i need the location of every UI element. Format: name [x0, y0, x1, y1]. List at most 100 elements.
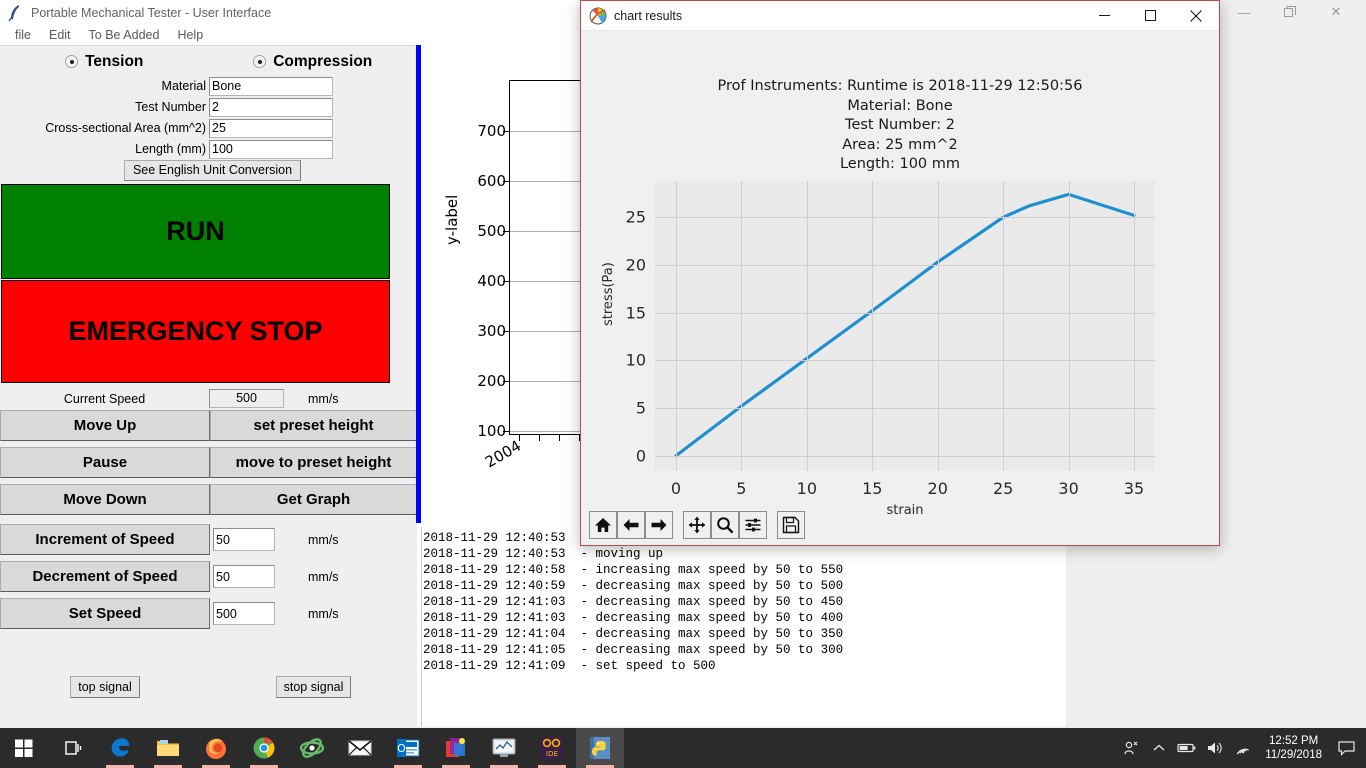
stop-signal-button[interactable]: stop signal: [275, 676, 352, 698]
show-hidden-icons-chevron[interactable]: [1145, 728, 1173, 768]
chart-results-window: chart results Prof Instruments: Runtime …: [580, 0, 1220, 546]
wifi-icon[interactable]: [1229, 728, 1257, 768]
notification-icon[interactable]: [1330, 728, 1362, 768]
taskbar-clock[interactable]: 12:52 PM 11/29/2018: [1257, 728, 1330, 768]
python-app[interactable]: [576, 728, 624, 768]
log-line: 2018-11-29 12:41:04 - decreasing max spe…: [423, 627, 844, 641]
set-preset-height-button[interactable]: set preset height: [210, 410, 417, 441]
photoshop-app[interactable]: [432, 728, 480, 768]
test-number-input[interactable]: [209, 97, 333, 117]
compression-radio-icon[interactable]: [253, 55, 267, 68]
task-view-button[interactable]: [48, 728, 96, 768]
y-gridline: [655, 455, 1155, 457]
tension-label: Tension: [85, 52, 144, 70]
chart-title-line-area: Area: 25 mm^2: [842, 136, 958, 153]
movement-button-grid: Move Up set preset height Pause move to …: [0, 410, 417, 632]
increment-of-speed-input[interactable]: [213, 528, 275, 551]
feather-icon: [5, 2, 27, 24]
move-to-preset-height-button[interactable]: move to preset height: [210, 447, 417, 478]
move-up-button[interactable]: Move Up: [0, 410, 210, 441]
chart-maximize-button[interactable]: [1127, 1, 1173, 31]
chart-window-titlebar[interactable]: chart results: [581, 1, 1219, 31]
menu-to-be-added[interactable]: To Be Added: [80, 28, 169, 42]
file-explorer-app[interactable]: [144, 728, 192, 768]
set-speed-unit: mm/s: [308, 606, 339, 621]
set-speed-button[interactable]: Set Speed: [0, 598, 210, 629]
matplotlib-navigation-toolbar: [581, 508, 1219, 542]
conversion-button-wrapper: See English Unit Conversion: [0, 160, 417, 181]
back-arrow-icon[interactable]: [617, 511, 645, 539]
zoom-magnifier-icon[interactable]: [711, 511, 739, 539]
pause-button[interactable]: Pause: [0, 447, 210, 478]
arduino-ide-app[interactable]: IDE: [528, 728, 576, 768]
chart-minimize-button[interactable]: [1081, 1, 1127, 31]
firefox-app[interactable]: [192, 728, 240, 768]
bg-ytick-300: 300: [477, 322, 506, 340]
radio-option-tension[interactable]: Tension: [0, 49, 209, 74]
atom-app[interactable]: [288, 728, 336, 768]
decrement-of-speed-button[interactable]: Decrement of Speed: [0, 561, 210, 592]
battery-icon[interactable]: [1173, 728, 1201, 768]
chart-close-button[interactable]: [1173, 1, 1219, 31]
top-signal-button[interactable]: top signal: [70, 676, 140, 698]
forward-arrow-icon[interactable]: [645, 511, 673, 539]
see-english-unit-conversion-button[interactable]: See English Unit Conversion: [123, 160, 302, 181]
emergency-stop-button[interactable]: EMERGENCY STOP: [1, 280, 390, 383]
decrement-of-speed-input[interactable]: [213, 565, 275, 588]
event-log-panel[interactable]: 2018-11-29 12:40:53 2018-11-29 12:40:53 …: [421, 527, 1066, 726]
main-close-button[interactable]: ✕: [1313, 0, 1359, 24]
windows-taskbar: O IDE 12:52 PM 11/29/2018: [0, 728, 1366, 768]
save-floppy-icon[interactable]: [777, 511, 805, 539]
chart-window-title: chart results: [614, 8, 683, 23]
menu-file[interactable]: file: [6, 28, 40, 42]
main-window-caption-buttons: — ✕: [1221, 0, 1366, 30]
desktop: Portable Mechanical Tester - User Interf…: [0, 0, 1366, 768]
clock-time: 12:52 PM: [1269, 735, 1319, 747]
pan-move-icon[interactable]: [683, 511, 711, 539]
top-signal-wrapper: top signal: [0, 676, 210, 698]
system-tray: 12:52 PM 11/29/2018: [1117, 728, 1366, 768]
chrome-app[interactable]: [240, 728, 288, 768]
start-button[interactable]: [0, 728, 48, 768]
x-gridline: [741, 181, 743, 471]
tension-radio-icon[interactable]: [65, 55, 79, 68]
cross-sectional-area-input[interactable]: [209, 118, 333, 138]
bg-ytick-700: 700: [477, 122, 506, 140]
main-minimize-button[interactable]: —: [1221, 0, 1267, 24]
main-restore-button[interactable]: [1267, 0, 1313, 24]
current-speed-row: Current Speed 500 mm/s: [0, 389, 417, 408]
move-down-button[interactable]: Move Down: [0, 484, 210, 515]
log-line: 2018-11-29 12:41:03 - decreasing max spe…: [423, 595, 844, 609]
run-button[interactable]: RUN: [1, 184, 390, 279]
home-icon[interactable]: [589, 511, 617, 539]
clock-date: 11/29/2018: [1265, 749, 1322, 761]
x-gridline: [1134, 181, 1136, 471]
people-icon[interactable]: [1117, 728, 1145, 768]
increment-of-speed-button[interactable]: Increment of Speed: [0, 524, 210, 555]
menu-help[interactable]: Help: [168, 28, 212, 42]
mail-app[interactable]: [336, 728, 384, 768]
radio-option-compression[interactable]: Compression: [209, 49, 418, 74]
svg-text:O: O: [397, 742, 406, 755]
log-line: 2018-11-29 12:41:05 - decreasing max spe…: [423, 643, 844, 657]
get-graph-button[interactable]: Get Graph: [210, 484, 417, 515]
button-row-2: Pause move to preset height: [0, 447, 417, 481]
set-speed-row: Set Speed mm/s: [0, 595, 417, 632]
material-input[interactable]: [209, 76, 333, 96]
x-gridline: [937, 181, 939, 471]
length-input[interactable]: [209, 139, 333, 159]
edge-app[interactable]: [96, 728, 144, 768]
cross-sectional-area-label: Cross-sectional Area (mm^2): [45, 121, 206, 135]
configure-subplots-icon[interactable]: [739, 511, 767, 539]
chart-caption-buttons: [1081, 1, 1219, 31]
set-speed-input[interactable]: [213, 602, 275, 625]
outlook-app[interactable]: O: [384, 728, 432, 768]
field-row-material: Material: [0, 76, 417, 96]
increment-of-speed-unit: mm/s: [308, 532, 339, 547]
y-gridline: [655, 217, 1155, 219]
monitor-app[interactable]: [480, 728, 528, 768]
chart-title-line-length: Length: 100 mm: [839, 156, 961, 172]
menu-edit[interactable]: Edit: [40, 28, 80, 42]
volume-icon[interactable]: [1201, 728, 1229, 768]
x-tick-label: 35: [1123, 479, 1145, 498]
